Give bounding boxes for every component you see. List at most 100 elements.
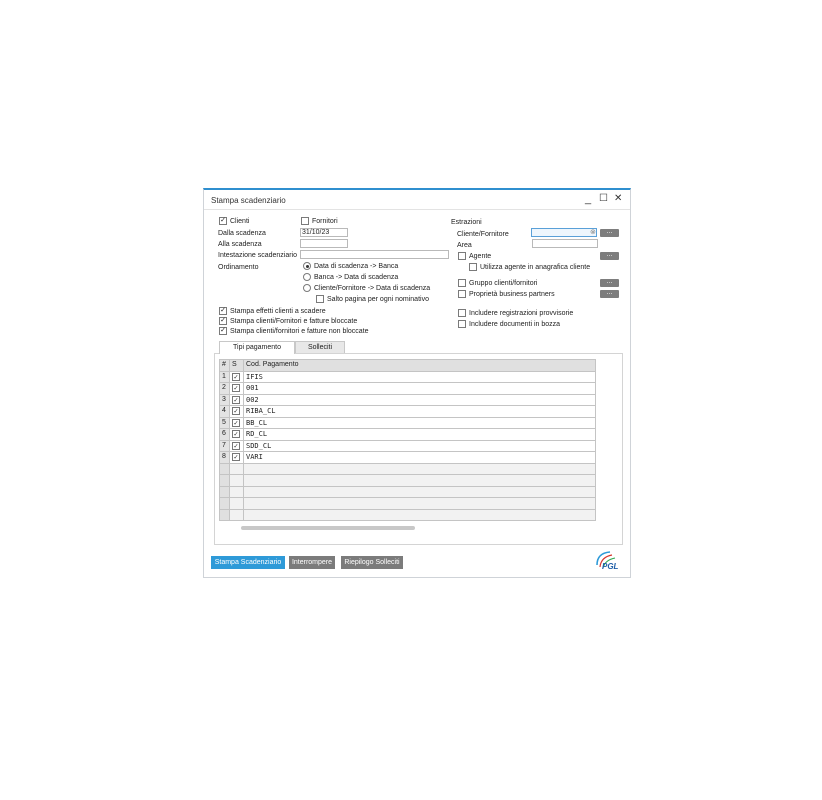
table-row[interactable]: 7 ✓ SDD_CL xyxy=(219,439,596,452)
interrompere-button[interactable]: Interrompere xyxy=(289,556,335,569)
empty-row[interactable] xyxy=(219,508,596,521)
row-code[interactable]: 002 xyxy=(243,393,596,406)
intestazione-input[interactable] xyxy=(300,250,449,259)
ord-radio-2[interactable] xyxy=(303,273,311,281)
row-code[interactable]: VARI xyxy=(243,451,596,464)
gruppo-checkbox[interactable] xyxy=(458,279,466,287)
table-row[interactable]: 5 ✓ BB_CL xyxy=(219,416,596,429)
empty-row[interactable] xyxy=(219,485,596,498)
stampa-non-bloccate-label: Stampa clienti/fornitori e fatture non b… xyxy=(230,328,369,335)
tab-tipi-pagamento[interactable]: Tipi pagamento xyxy=(219,341,295,354)
row-code[interactable]: 001 xyxy=(243,382,596,395)
alla-scadenza-input[interactable] xyxy=(300,239,348,248)
clienti-checkbox[interactable]: ✓ xyxy=(219,217,227,225)
clear-icon[interactable]: ⊗ xyxy=(590,228,596,237)
col-header-cod-pagamento[interactable]: Cod. Pagamento xyxy=(243,359,596,372)
gruppo-browse-button[interactable]: ... xyxy=(600,278,619,287)
row-select-checkbox[interactable]: ✓ xyxy=(232,384,240,393)
row-number: 8 xyxy=(219,451,230,464)
ord-radio-3[interactable] xyxy=(303,284,311,292)
ord-option-3: Cliente/Fornitore -> Data di scadenza xyxy=(314,285,431,292)
ordinamento-label: Ordinamento xyxy=(218,264,259,271)
close-icon[interactable]: ✕ xyxy=(614,193,622,205)
cliente-fornitore-input[interactable] xyxy=(531,228,597,237)
agente-label: Agente xyxy=(469,253,492,260)
col-header-s[interactable]: S xyxy=(229,359,244,372)
ord-option-2: Banca -> Data di scadenza xyxy=(314,274,399,281)
dalla-scadenza-input[interactable]: 31/10/23 xyxy=(300,228,348,237)
bozza-checkbox[interactable] xyxy=(458,320,466,328)
title-bar[interactable]: Stampa scadenziario _ ☐ ✕ xyxy=(204,190,630,210)
stampa-scadenziario-window: Stampa scadenziario _ ☐ ✕ ✓ Clienti Forn… xyxy=(203,188,631,578)
gruppo-label: Gruppo clienti/fornitori xyxy=(469,280,538,287)
row-number: 7 xyxy=(219,439,230,452)
pgl-logo: PGL xyxy=(596,551,619,571)
row-number: 1 xyxy=(219,370,230,383)
row-select-checkbox[interactable]: ✓ xyxy=(232,372,240,381)
table-row[interactable]: 2 ✓ 001 xyxy=(219,382,596,395)
tab-solleciti[interactable]: Solleciti xyxy=(295,341,345,353)
row-select-checkbox[interactable]: ✓ xyxy=(232,453,240,462)
grid-header-row: # S Cod. Pagamento xyxy=(219,359,596,372)
fornitori-label: Fornitori xyxy=(312,218,338,225)
row-code[interactable]: SDD_CL xyxy=(243,439,596,452)
stampa-scadenziario-button[interactable]: Stampa Scadenziario xyxy=(211,556,285,569)
empty-row[interactable] xyxy=(219,474,596,487)
row-code[interactable]: RIBA_CL xyxy=(243,405,596,418)
table-row[interactable]: 8 ✓ VARI xyxy=(219,451,596,464)
salto-pagina-checkbox[interactable] xyxy=(316,295,324,303)
row-select-checkbox[interactable]: ✓ xyxy=(232,395,240,404)
table-row[interactable]: 6 ✓ RD_CL xyxy=(219,428,596,441)
stampa-non-bloccate-checkbox[interactable]: ✓ xyxy=(219,327,227,335)
estrazioni-label: Estrazioni xyxy=(451,219,482,226)
riepilogo-solleciti-button[interactable]: Riepilogo Solleciti xyxy=(341,556,403,569)
minimize-icon[interactable]: _ xyxy=(585,193,591,205)
ord-radio-1[interactable] xyxy=(303,262,311,270)
cliente-fornitore-label: Cliente/Fornitore xyxy=(457,231,509,238)
row-code[interactable]: RD_CL xyxy=(243,428,596,441)
proprieta-checkbox[interactable] xyxy=(458,290,466,298)
agente-browse-button[interactable]: ... xyxy=(600,251,619,260)
tipi-pagamento-panel: # S Cod. Pagamento 1 ✓ IFIS 2 ✓ 001 3 ✓ … xyxy=(214,353,623,545)
maximize-icon[interactable]: ☐ xyxy=(599,193,608,205)
row-number: 4 xyxy=(219,405,230,418)
row-number: 3 xyxy=(219,393,230,406)
row-select-checkbox[interactable]: ✓ xyxy=(232,430,240,439)
row-number: 6 xyxy=(219,428,230,441)
stampa-bloccate-label: Stampa clienti/Fornitori e fatture blocc… xyxy=(230,318,358,325)
logo-text: PGL xyxy=(602,562,619,571)
intestazione-label: Intestazione scadenziario xyxy=(218,252,297,259)
row-number: 5 xyxy=(219,416,230,429)
empty-row[interactable] xyxy=(219,497,596,510)
row-code[interactable]: BB_CL xyxy=(243,416,596,429)
table-row[interactable]: 1 ✓ IFIS xyxy=(219,370,596,383)
alla-scadenza-label: Alla scadenza xyxy=(218,241,262,248)
empty-row[interactable] xyxy=(219,462,596,475)
dalla-scadenza-label: Dalla scadenza xyxy=(218,230,266,237)
utilizza-agente-checkbox[interactable] xyxy=(469,263,477,271)
ord-option-1: Data di scadenza -> Banca xyxy=(314,263,399,270)
cliente-fornitore-browse-button[interactable]: ... xyxy=(600,228,619,237)
area-label: Area xyxy=(457,242,472,249)
salto-pagina-label: Salto pagina per ogni nominativo xyxy=(327,296,429,303)
clienti-label: Clienti xyxy=(230,218,250,225)
stampa-effetti-checkbox[interactable]: ✓ xyxy=(219,307,227,315)
stampa-bloccate-checkbox[interactable]: ✓ xyxy=(219,317,227,325)
horizontal-scrollbar[interactable] xyxy=(241,526,415,530)
table-row[interactable]: 3 ✓ 002 xyxy=(219,393,596,406)
row-select-checkbox[interactable]: ✓ xyxy=(232,441,240,450)
proprieta-label: Proprietà business partners xyxy=(469,291,555,298)
window-title: Stampa scadenziario xyxy=(211,196,286,205)
col-header-index: # xyxy=(219,359,230,372)
proprieta-browse-button[interactable]: ... xyxy=(600,289,619,298)
row-select-checkbox[interactable]: ✓ xyxy=(232,418,240,427)
fornitori-checkbox[interactable] xyxy=(301,217,309,225)
row-number: 2 xyxy=(219,382,230,395)
row-select-checkbox[interactable]: ✓ xyxy=(232,407,240,416)
registrazioni-checkbox[interactable] xyxy=(458,309,466,317)
agente-checkbox[interactable] xyxy=(458,252,466,260)
table-row[interactable]: 4 ✓ RIBA_CL xyxy=(219,405,596,418)
row-code[interactable]: IFIS xyxy=(243,370,596,383)
utilizza-agente-label: Utilizza agente in anagrafica cliente xyxy=(480,264,591,271)
area-input[interactable] xyxy=(532,239,598,248)
